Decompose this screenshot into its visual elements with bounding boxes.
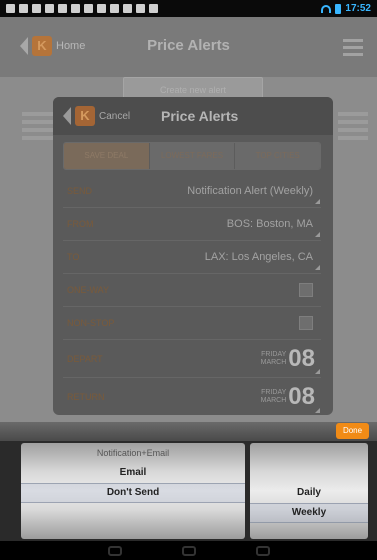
home-icon[interactable] <box>181 545 196 556</box>
from-value: BOS: Boston, MA <box>226 218 313 230</box>
dropdown-corner-icon <box>315 265 320 270</box>
page-title: Price Alerts <box>147 37 230 54</box>
one-way-checkbox[interactable] <box>299 283 313 297</box>
done-button[interactable]: Done <box>336 423 369 439</box>
send-row[interactable]: SEND Notification Alert (Weekly) <box>63 175 321 208</box>
back-chevron-icon <box>63 107 71 125</box>
return-weekday: FRIDAY <box>261 389 287 396</box>
cancel-button[interactable]: K Cancel <box>63 106 130 126</box>
app-bar: K Home Price Alerts <box>0 17 377 77</box>
dropdown-corner-icon <box>315 232 320 237</box>
notification-icon <box>58 4 67 13</box>
dropdown-corner-icon <box>315 408 320 413</box>
system-nav-bar <box>0 541 377 560</box>
depart-weekday: FRIDAY <box>261 350 287 358</box>
clock: 17:52 <box>345 3 371 14</box>
depart-label: DEPART <box>67 353 103 364</box>
to-value: LAX: Los Angeles, CA <box>204 251 313 263</box>
notification-icon <box>32 4 41 13</box>
notification-icon <box>6 4 15 13</box>
tab-save-deal[interactable]: SAVE DEAL <box>64 143 150 169</box>
return-label: RETURN <box>67 392 105 402</box>
notification-icon <box>97 4 106 13</box>
picker-option-selected[interactable]: Weekly <box>250 503 368 523</box>
tab-lowest-fares[interactable]: LOWEST FARES <box>149 143 236 169</box>
frequency-wheel[interactable]: Daily Weekly <box>250 443 368 539</box>
dropdown-corner-icon <box>315 369 320 374</box>
non-stop-row: NON-STOP <box>63 307 321 340</box>
notification-icon <box>19 4 28 13</box>
picker-option[interactable]: Daily <box>250 483 368 503</box>
notification-icon <box>149 4 158 13</box>
tab-bar: SAVE DEAL LOWEST FARES TOP CITIES <box>63 142 321 170</box>
dropdown-corner-icon <box>315 199 320 204</box>
dialog-title: Price Alerts <box>161 108 239 124</box>
non-stop-checkbox[interactable] <box>299 316 313 330</box>
notification-icon <box>110 4 119 13</box>
alert-form: SEND Notification Alert (Weekly) FROM BO… <box>63 175 321 415</box>
send-method-wheel[interactable]: Notification+Email Email Don't Send <box>21 443 245 539</box>
price-alerts-dialog: K Cancel Price Alerts SAVE DEAL LOWEST F… <box>53 97 333 415</box>
depart-month: MARCH <box>260 358 287 366</box>
notification-icon <box>45 4 54 13</box>
dialog-header: K Cancel Price Alerts <box>53 97 333 135</box>
tab-top-cities[interactable]: TOP CITIES <box>235 143 320 169</box>
picker-option[interactable]: Don't Send <box>21 483 245 503</box>
recents-icon[interactable] <box>255 545 270 556</box>
depart-date: FRIDAY MARCH 08 <box>261 345 321 373</box>
return-date: FRIDAY MARCH 08 <box>261 383 321 411</box>
wifi-icon <box>321 4 332 13</box>
back-icon[interactable] <box>107 545 122 556</box>
menu-icon[interactable] <box>343 39 363 60</box>
notification-icon <box>136 4 145 13</box>
non-stop-label: NON-STOP <box>67 318 115 328</box>
picker-option[interactable]: Notification+Email <box>21 443 245 463</box>
notification-icon <box>123 4 132 13</box>
send-value: Notification Alert (Weekly) <box>187 185 313 197</box>
send-label: SEND <box>67 186 93 196</box>
status-bar: 17:52 <box>0 0 377 17</box>
one-way-row: ONE-WAY <box>63 274 321 307</box>
picker-toolbar: Done <box>0 422 377 441</box>
notification-icons <box>6 4 158 13</box>
depart-row[interactable]: DEPART FRIDAY MARCH 08 <box>63 340 321 378</box>
picker-option-selected[interactable]: Email <box>21 463 245 483</box>
return-row[interactable]: RETURN FRIDAY MARCH 08 <box>63 378 321 415</box>
cancel-label: Cancel <box>99 110 131 122</box>
to-label: TO <box>67 252 80 262</box>
battery-icon <box>335 3 342 14</box>
kayak-logo-icon: K <box>75 106 95 126</box>
notification-icon <box>84 4 93 13</box>
from-label: FROM <box>67 219 94 229</box>
one-way-label: ONE-WAY <box>67 285 109 295</box>
from-row[interactable]: FROM BOS: Boston, MA <box>63 208 321 241</box>
background-text <box>338 112 368 144</box>
notification-icon <box>71 4 80 13</box>
return-day: 08 <box>288 383 315 410</box>
return-month: MARCH <box>260 397 287 404</box>
to-row[interactable]: TO LAX: Los Angeles, CA <box>63 241 321 274</box>
depart-day: 08 <box>288 344 315 372</box>
